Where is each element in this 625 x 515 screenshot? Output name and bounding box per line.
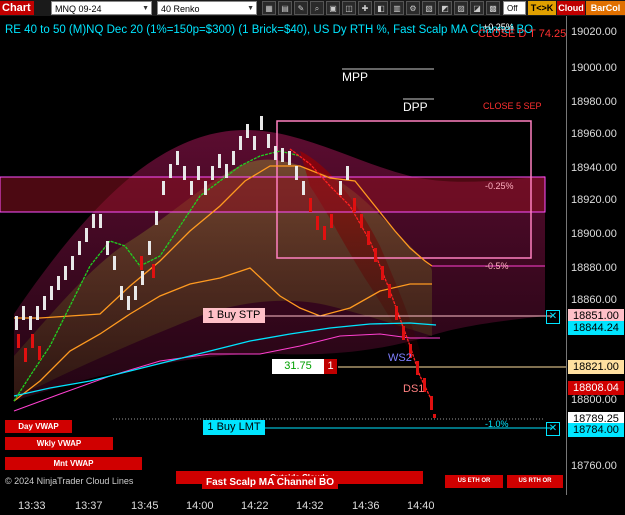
day-vwap-label: Day VWAP [5,420,72,433]
cloud-button[interactable]: Cloud [557,1,585,15]
close-order-icon[interactable]: ✕ [546,310,560,324]
position-qty[interactable]: 1 [324,359,337,374]
bar-type-selector[interactable]: 40 Renko ▼ [157,1,257,15]
toolbar-tool-3-icon[interactable]: ✎ [294,1,308,15]
buy-lmt-price-tag: 18784.00 [568,423,624,437]
toolbar-tool-5-icon[interactable]: ▣ [326,1,340,15]
pct-neg025-label: -0.25% [485,181,514,191]
us-rth-or-label: US RTH OR [507,475,563,488]
resistance-band [0,176,546,213]
time-tick: 13:33 [18,500,46,512]
price-tick: 18900.00 [571,228,617,240]
buy-lmt-order-tag[interactable]: 1 Buy LMT [203,420,265,435]
mnt-vwap-label: Mnt VWAP [5,457,142,470]
barcol-button[interactable]: BarCol [586,1,625,15]
chart-menu-button[interactable]: Chart [0,1,34,15]
close-note: CLOSE D T 74.25 [478,28,567,40]
dpp-label: DPP [403,100,428,114]
toolbar-tool-7-icon[interactable]: ✚ [358,1,372,15]
time-tick: 14:32 [296,500,324,512]
price-tick: 19000.00 [571,62,617,74]
position-pnl: 31.75 [272,359,324,374]
position-price-tag: 18821.00 [568,360,624,374]
current-price-tag: 18808.04 [568,381,624,395]
time-tick: 14:22 [241,500,269,512]
copyright-text: © 2024 NinjaTrader Cloud Lines [5,476,134,486]
price-tick: 18940.00 [571,162,617,174]
price-tick: 18920.00 [571,194,617,206]
instrument-selector[interactable]: MNQ 09-24 ▼ [51,1,152,15]
wkly-vwap-label: Wkly VWAP [5,437,113,450]
instrument-value: MNQ 09-24 [55,4,102,14]
chevron-down-icon: ▼ [142,5,149,12]
price-tick: 18800.00 [571,394,617,406]
toolbar-tool-13-icon[interactable]: ▨ [454,1,468,15]
time-tick: 13:37 [75,500,103,512]
last-price-tag: 18844.24 [568,321,624,335]
time-tick: 14:40 [407,500,435,512]
off-selector[interactable]: Off [503,1,526,15]
price-tick: 18860.00 [571,294,617,306]
toolbar-tool-11-icon[interactable]: ▧ [422,1,436,15]
time-tick: 14:36 [352,500,380,512]
toolbar-tool-2-icon[interactable]: ▤ [278,1,292,15]
time-tick: 13:45 [131,500,159,512]
toolbar-tool-4-icon[interactable]: ⌕ [310,1,324,15]
close-order-icon[interactable]: ✕ [546,422,560,436]
off-value: Off [507,4,518,13]
toolbar-tool-1-icon[interactable]: ▦ [262,1,276,15]
toolbar-tool-9-icon[interactable]: ▥ [390,1,404,15]
tkk-button[interactable]: T<>K [528,1,556,15]
toolbar-tool-10-icon[interactable]: ⚙ [406,1,420,15]
mpp-label: MPP [342,70,369,84]
toolbar-tool-6-icon[interactable]: ◫ [342,1,356,15]
ds1-label: DS1 [403,383,425,395]
ws2-label: WS2 [388,352,412,364]
toolbar-tool-15-icon[interactable]: ▩ [486,1,500,15]
price-tick: 18880.00 [571,262,617,274]
price-tick: 18760.00 [571,460,617,472]
close-sep-label: CLOSE 5 SEP [483,101,542,111]
buy-stp-order-tag[interactable]: 1 Buy STP [203,308,265,323]
chart-toolbar: Chart MNQ 09-24 ▼ 40 Renko ▼ ▦ ▤ ✎ ⌕ ▣ ◫… [0,0,625,16]
toolbar-tool-12-icon[interactable]: ◩ [438,1,452,15]
chart-canvas [0,68,566,429]
chart-title: RE 40 to 50 (M)NQ Dec 20 (1%=150p=$300) … [5,24,534,36]
chart-plot-area[interactable]: RE 40 to 50 (M)NQ Dec 20 (1%=150p=$300) … [0,16,566,495]
chevron-down-icon: ▼ [247,5,254,12]
price-tick: 19020.00 [571,26,617,38]
toolbar-tool-14-icon[interactable]: ◪ [470,1,484,15]
us-eth-or-label: US ETH OR [445,475,503,488]
price-tick: 18980.00 [571,96,617,108]
toolbar-tool-8-icon[interactable]: ◧ [374,1,388,15]
pct-neg1-label: -1.0% [485,419,509,429]
fast-scalp-label: Fast Scalp MA Channel BO [202,476,338,489]
price-tick: 18960.00 [571,128,617,140]
time-tick: 14:00 [186,500,214,512]
pct-neg05-label: -0.5% [485,261,509,271]
bar-type-value: 40 Renko [161,4,200,14]
price-axis[interactable]: 19020.00 19000.00 18980.00 18960.00 1894… [566,16,625,495]
